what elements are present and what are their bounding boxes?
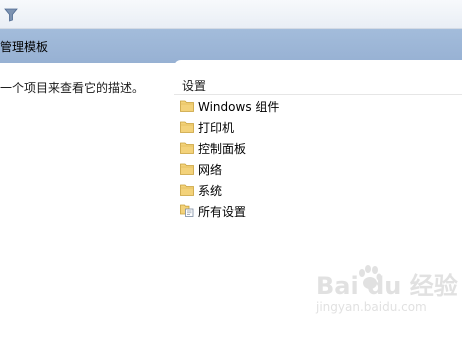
- settings-page-icon: [180, 204, 194, 217]
- page-title: 管理模板: [0, 40, 49, 54]
- list-item-printers[interactable]: 打印机: [180, 118, 380, 136]
- list-item-system[interactable]: 系统: [180, 181, 380, 199]
- description-text: 一个项目来查看它的描述。: [0, 81, 145, 95]
- list-item-label: 网络: [198, 163, 223, 177]
- list-item-network[interactable]: 网络: [180, 160, 380, 178]
- page-header: 管理模板: [0, 29, 462, 63]
- list-item-label: 打印机: [198, 121, 235, 135]
- column-header-label: 设置: [182, 79, 207, 93]
- list-item-label: 控制面板: [198, 142, 247, 156]
- filter-icon[interactable]: [4, 8, 18, 22]
- list-item-control-panel[interactable]: 控制面板: [180, 139, 380, 157]
- column-header-settings[interactable]: 设置: [174, 76, 462, 95]
- watermark-brand: Bai du 经验: [316, 272, 458, 300]
- list-item-label: 所有设置: [198, 205, 247, 219]
- folder-icon: [180, 163, 194, 175]
- paw-icon: [359, 265, 382, 289]
- list-item-label: Windows 组件: [198, 100, 280, 114]
- description-pane: 一个项目来查看它的描述。: [0, 63, 175, 339]
- list-item-windows-components[interactable]: Windows 组件: [180, 97, 380, 115]
- watermark-url: jingyan.baidu.com: [316, 300, 427, 314]
- folder-icon: [180, 121, 194, 133]
- folder-icon: [180, 142, 194, 154]
- folder-icon: [180, 100, 194, 112]
- toolbar: [0, 0, 462, 29]
- list-item-all-settings[interactable]: 所有设置: [180, 202, 380, 220]
- baidu-jingyan-watermark: Bai du 经验 jingyan.baidu.com: [312, 262, 458, 324]
- list-item-label: 系统: [198, 184, 223, 198]
- folder-icon: [180, 184, 194, 196]
